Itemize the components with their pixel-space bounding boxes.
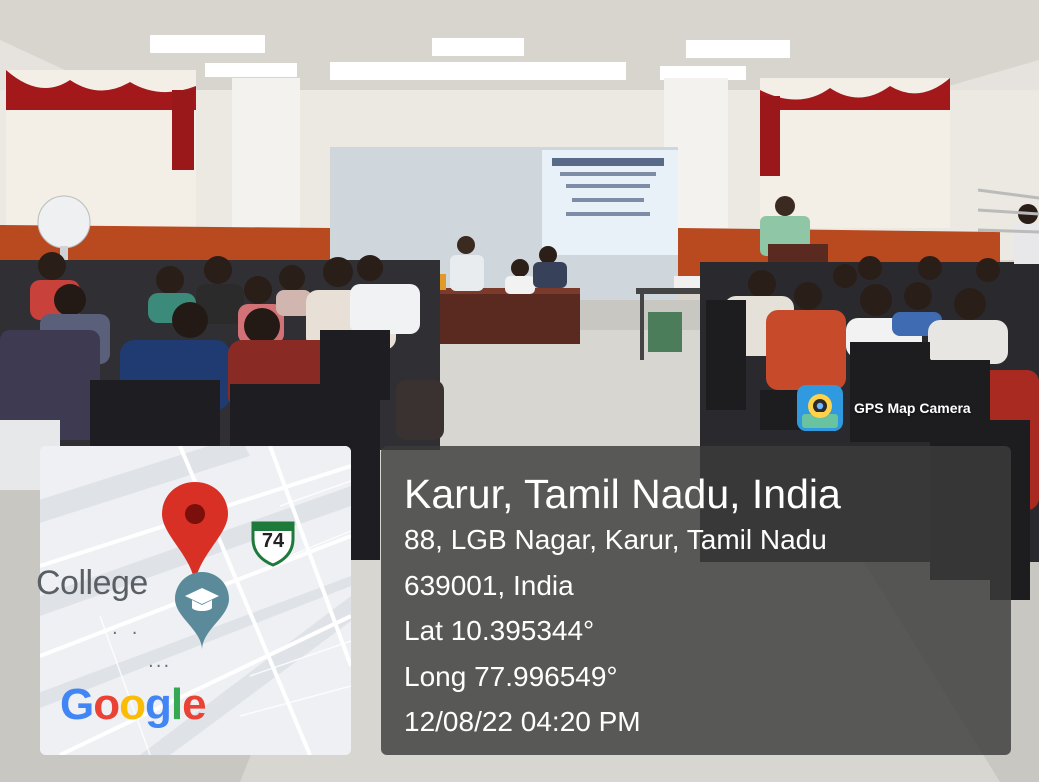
route-number: 74 [261, 530, 285, 552]
timestamp: 12/08/22 04:20 PM [404, 706, 641, 737]
gps-map-camera-label: GPS Map Camera [854, 400, 971, 416]
college-graduation-cap-icon [175, 572, 229, 650]
map-dots-small: ··· [148, 656, 172, 677]
address-line-2: 639001, India [404, 570, 574, 601]
map-dots: ·· [112, 623, 152, 644]
gps-map-camera-badge: GPS Map Camera [796, 384, 971, 432]
google-logo: Google [60, 680, 207, 729]
gps-map-camera-icon [796, 384, 844, 432]
address-line-1: 88, LGB Nagar, Karur, Tamil Nadu [404, 524, 827, 555]
latitude: Lat 10.395344° [404, 615, 595, 646]
longitude: Long 77.996549° [404, 661, 618, 692]
map-place-label: College [36, 564, 148, 602]
location-title: Karur, Tamil Nadu, India [404, 471, 841, 517]
